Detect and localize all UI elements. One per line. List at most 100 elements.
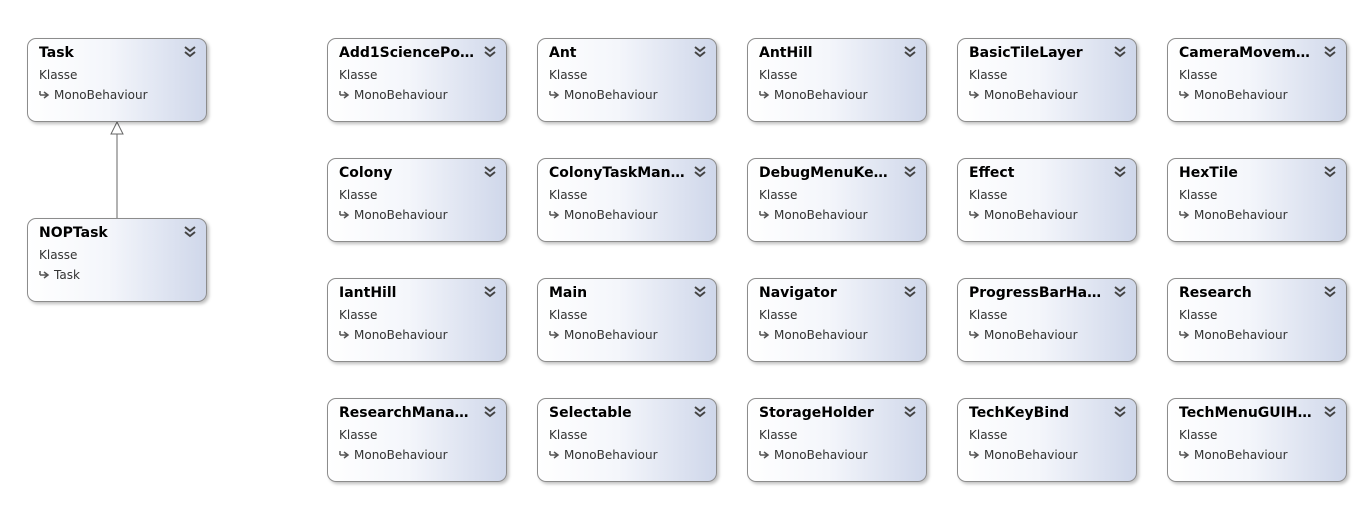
class-name: ColonyTaskMan... [549,165,685,181]
double-chevron-down-icon[interactable] [1323,165,1337,179]
double-chevron-down-icon[interactable] [1113,45,1127,59]
class-box[interactable]: HexTile Klasse MonoBehaviour [1167,158,1347,242]
inheritance-arrow-icon [339,451,350,459]
inheritance-arrow-icon [759,331,770,339]
inheritance-arrow-icon [969,91,980,99]
double-chevron-down-icon[interactable] [1323,285,1337,299]
base-class-name: MonoBehaviour [564,88,658,102]
base-class-name: MonoBehaviour [984,448,1078,462]
class-box[interactable]: Add1SciencePoi... Klasse MonoBehaviour [327,38,507,122]
double-chevron-down-icon[interactable] [693,165,707,179]
base-class-name: MonoBehaviour [984,208,1078,222]
class-box[interactable]: ResearchManager Klasse MonoBehaviour [327,398,507,482]
base-class: MonoBehaviour [759,328,868,342]
base-class-name: Task [54,268,80,282]
class-name: Add1SciencePoi... [339,45,475,61]
class-kind: Klasse [339,188,378,202]
class-name: NOPTask [39,225,108,241]
base-class-name: MonoBehaviour [1194,328,1288,342]
class-box-noptask[interactable]: NOPTask Klasse Task [27,218,207,302]
base-class: MonoBehaviour [759,88,868,102]
base-class-name: MonoBehaviour [774,208,868,222]
base-class-name: MonoBehaviour [774,328,868,342]
double-chevron-down-icon[interactable] [903,45,917,59]
base-class-name: MonoBehaviour [564,328,658,342]
class-box[interactable]: Ant Klasse MonoBehaviour [537,38,717,122]
double-chevron-down-icon[interactable] [483,165,497,179]
class-kind: Klasse [759,428,798,442]
inheritance-arrow-icon [39,91,50,99]
double-chevron-down-icon[interactable] [1113,165,1127,179]
double-chevron-down-icon[interactable] [1113,405,1127,419]
base-class: MonoBehaviour [339,88,448,102]
base-class: MonoBehaviour [549,328,658,342]
inheritance-arrow-icon [339,331,350,339]
double-chevron-down-icon[interactable] [693,405,707,419]
class-name: Navigator [759,285,837,301]
double-chevron-down-icon[interactable] [183,45,197,59]
double-chevron-down-icon[interactable] [693,285,707,299]
double-chevron-down-icon[interactable] [1323,45,1337,59]
base-class: MonoBehaviour [339,328,448,342]
inheritance-arrow-icon [549,331,560,339]
class-box[interactable]: StorageHolder Klasse MonoBehaviour [747,398,927,482]
class-box[interactable]: Research Klasse MonoBehaviour [1167,278,1347,362]
class-kind: Klasse [969,428,1008,442]
double-chevron-down-icon[interactable] [903,285,917,299]
double-chevron-down-icon[interactable] [1113,285,1127,299]
class-box-task[interactable]: Task Klasse MonoBehaviour [27,38,207,122]
class-box[interactable]: ProgressBarHan... Klasse MonoBehaviour [957,278,1137,362]
class-box[interactable]: TechKeyBind Klasse MonoBehaviour [957,398,1137,482]
inheritance-arrow-icon [759,451,770,459]
class-box[interactable]: Colony Klasse MonoBehaviour [327,158,507,242]
double-chevron-down-icon[interactable] [183,225,197,239]
inheritance-arrow-icon [549,451,560,459]
class-name: Ant [549,45,577,61]
class-name: Research [1179,285,1252,301]
class-name: IantHill [339,285,397,301]
inheritance-arrow-icon [1179,331,1190,339]
double-chevron-down-icon[interactable] [693,45,707,59]
base-class: MonoBehaviour [969,448,1078,462]
base-class-name: MonoBehaviour [354,208,448,222]
class-box[interactable]: ColonyTaskMan... Klasse MonoBehaviour [537,158,717,242]
class-name: ResearchManager [339,405,475,421]
double-chevron-down-icon[interactable] [483,45,497,59]
inheritance-arrow-icon [339,211,350,219]
base-class: MonoBehaviour [1179,448,1288,462]
double-chevron-down-icon[interactable] [903,405,917,419]
class-kind: Klasse [1179,68,1218,82]
double-chevron-down-icon[interactable] [903,165,917,179]
class-box[interactable]: CameraMoveme... Klasse MonoBehaviour [1167,38,1347,122]
class-box[interactable]: DebugMenuKey... Klasse MonoBehaviour [747,158,927,242]
class-name: Main [549,285,588,301]
base-class: MonoBehaviour [969,328,1078,342]
class-kind: Klasse [39,68,78,82]
class-box[interactable]: Selectable Klasse MonoBehaviour [537,398,717,482]
class-box[interactable]: Effect Klasse MonoBehaviour [957,158,1137,242]
class-kind: Klasse [1179,308,1218,322]
class-kind: Klasse [339,308,378,322]
inheritance-arrow-icon [759,91,770,99]
class-kind: Klasse [969,188,1008,202]
class-box[interactable]: IantHill Klasse MonoBehaviour [327,278,507,362]
double-chevron-down-icon[interactable] [483,285,497,299]
class-box[interactable]: BasicTileLayer Klasse MonoBehaviour [957,38,1137,122]
base-class: MonoBehaviour [759,208,868,222]
class-box[interactable]: AntHill Klasse MonoBehaviour [747,38,927,122]
base-class-name: MonoBehaviour [1194,88,1288,102]
class-kind: Klasse [339,68,378,82]
double-chevron-down-icon[interactable] [483,405,497,419]
class-box[interactable]: Main Klasse MonoBehaviour [537,278,717,362]
base-class-name: MonoBehaviour [564,208,658,222]
base-class-name: MonoBehaviour [984,88,1078,102]
class-box[interactable]: TechMenuGUIH ... Klasse MonoBehaviour [1167,398,1347,482]
class-box[interactable]: Navigator Klasse MonoBehaviour [747,278,927,362]
base-class-name: MonoBehaviour [984,328,1078,342]
double-chevron-down-icon[interactable] [1323,405,1337,419]
base-class-name: MonoBehaviour [354,328,448,342]
class-kind: Klasse [1179,188,1218,202]
inheritance-arrow-icon [969,211,980,219]
base-class: MonoBehaviour [1179,328,1288,342]
base-class-name: MonoBehaviour [774,448,868,462]
